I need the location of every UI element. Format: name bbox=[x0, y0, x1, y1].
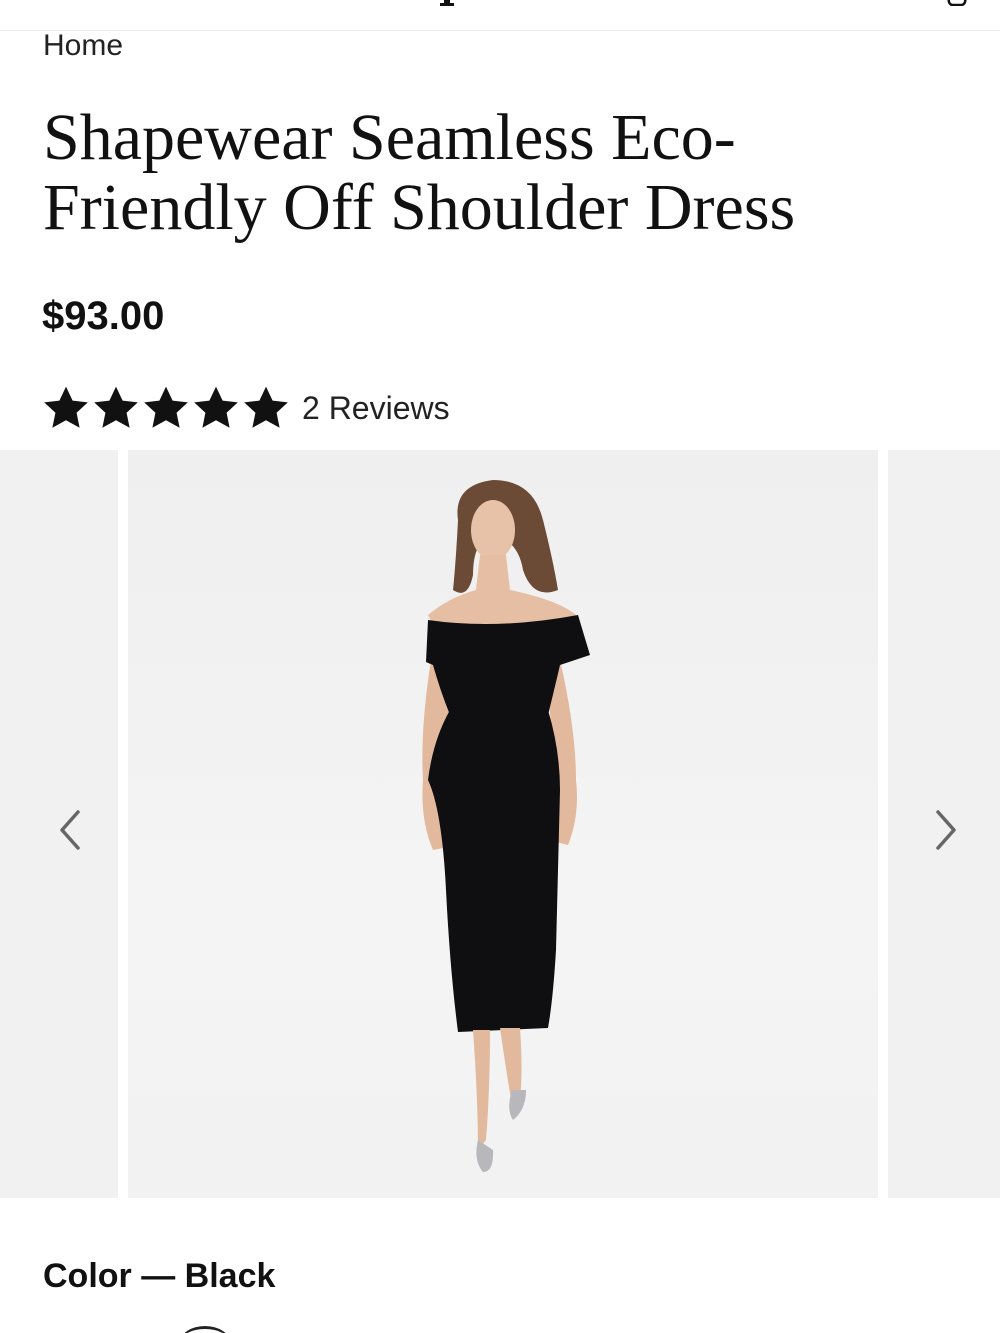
product-page: Home Shapewear Seamless Eco-Friendly Off… bbox=[0, 0, 1000, 1333]
star-icon bbox=[244, 386, 288, 428]
product-title: Shapewear Seamless Eco-Friendly Off Shou… bbox=[43, 101, 796, 244]
site-header bbox=[0, 0, 1000, 31]
star-icon bbox=[94, 386, 138, 428]
carousel-next-button[interactable] bbox=[926, 805, 966, 855]
color-selection-label: Color — Black bbox=[43, 1257, 276, 1295]
star-icon bbox=[194, 386, 238, 428]
product-image bbox=[422, 480, 590, 1172]
product-rating[interactable]: 2 Reviews bbox=[42, 383, 450, 433]
product-price: $93.00 bbox=[42, 294, 165, 338]
carousel-slide-current[interactable] bbox=[128, 450, 878, 1198]
shopping-bag-icon[interactable] bbox=[944, 0, 970, 6]
product-image-carousel[interactable] bbox=[0, 450, 1000, 1198]
star-icon bbox=[44, 386, 88, 428]
carousel-prev-button[interactable] bbox=[50, 805, 90, 855]
breadcrumb-home-link[interactable]: Home bbox=[43, 28, 123, 64]
chevron-right-icon bbox=[936, 810, 956, 850]
reviews-link[interactable]: 2 Reviews bbox=[302, 390, 450, 427]
brand-logo-icon[interactable] bbox=[436, 0, 462, 6]
star-icon bbox=[144, 386, 188, 428]
chevron-left-icon bbox=[60, 810, 80, 850]
star-rating bbox=[42, 385, 292, 431]
color-swatch-black[interactable] bbox=[180, 1326, 230, 1333]
